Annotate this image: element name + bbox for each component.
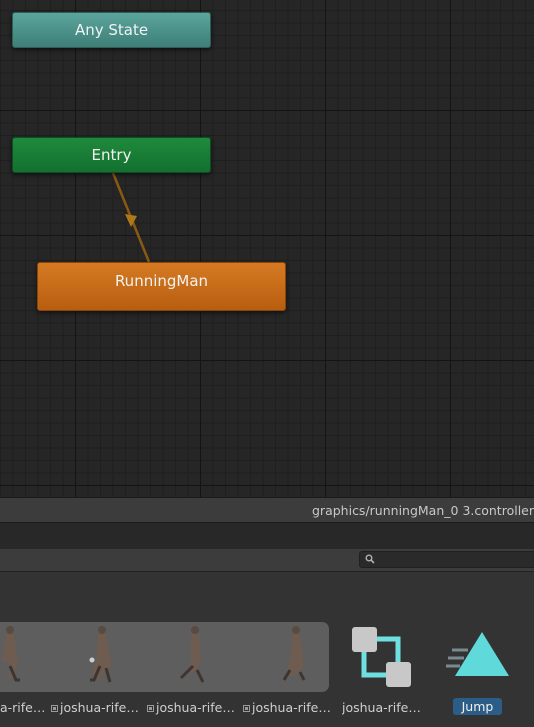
asset-label-sprite[interactable]: joshua-rife…: [147, 700, 237, 715]
entry-node[interactable]: Entry: [12, 137, 211, 173]
sprite-subasset-icon: [243, 705, 250, 712]
entry-label: Entry: [91, 146, 132, 164]
asset-label-sprite[interactable]: joshua-rife…: [51, 700, 141, 715]
project-toolbar: [0, 522, 534, 550]
controller-path: graphics/runningMan_0 3.controller: [312, 503, 534, 518]
animator-controller-icon[interactable]: [352, 627, 412, 687]
any-state-label: Any State: [74, 21, 149, 39]
asset-label-sprite[interactable]: a-rife…: [0, 700, 46, 715]
sprite-frame-thumbnail[interactable]: [163, 622, 223, 692]
animator-graph-canvas[interactable]: Any State Entry RunningMan: [0, 0, 534, 497]
sprite-frame-thumbnail[interactable]: [258, 622, 318, 692]
entry-transition-arrow[interactable]: [0, 0, 534, 497]
search-input[interactable]: [359, 551, 534, 568]
project-search-bar: [0, 549, 534, 571]
runningman-label: RunningMan: [114, 272, 209, 290]
runningman-state-node[interactable]: RunningMan: [37, 262, 286, 311]
asset-label-controller[interactable]: joshua-rife…: [342, 700, 430, 715]
project-breadcrumb-bar: [0, 571, 534, 600]
animation-clip-icon[interactable]: [446, 630, 510, 680]
sprite-frames-group[interactable]: [0, 622, 329, 692]
sprite-frame-thumbnail[interactable]: [68, 622, 128, 692]
any-state-node[interactable]: Any State: [12, 12, 211, 48]
sprite-frame-thumbnail[interactable]: [0, 622, 48, 692]
asset-label-sprite[interactable]: joshua-rife…: [243, 700, 333, 715]
sprite-subasset-icon: [147, 705, 154, 712]
asset-label-jump-selected[interactable]: Jump: [453, 698, 502, 715]
graph-status-bar: graphics/runningMan_0 3.controller: [0, 497, 534, 522]
sprite-subasset-icon: [51, 705, 58, 712]
search-icon: [365, 554, 375, 564]
project-asset-grid: a-rife… joshua-rife… joshua-rife… joshua…: [0, 600, 534, 727]
